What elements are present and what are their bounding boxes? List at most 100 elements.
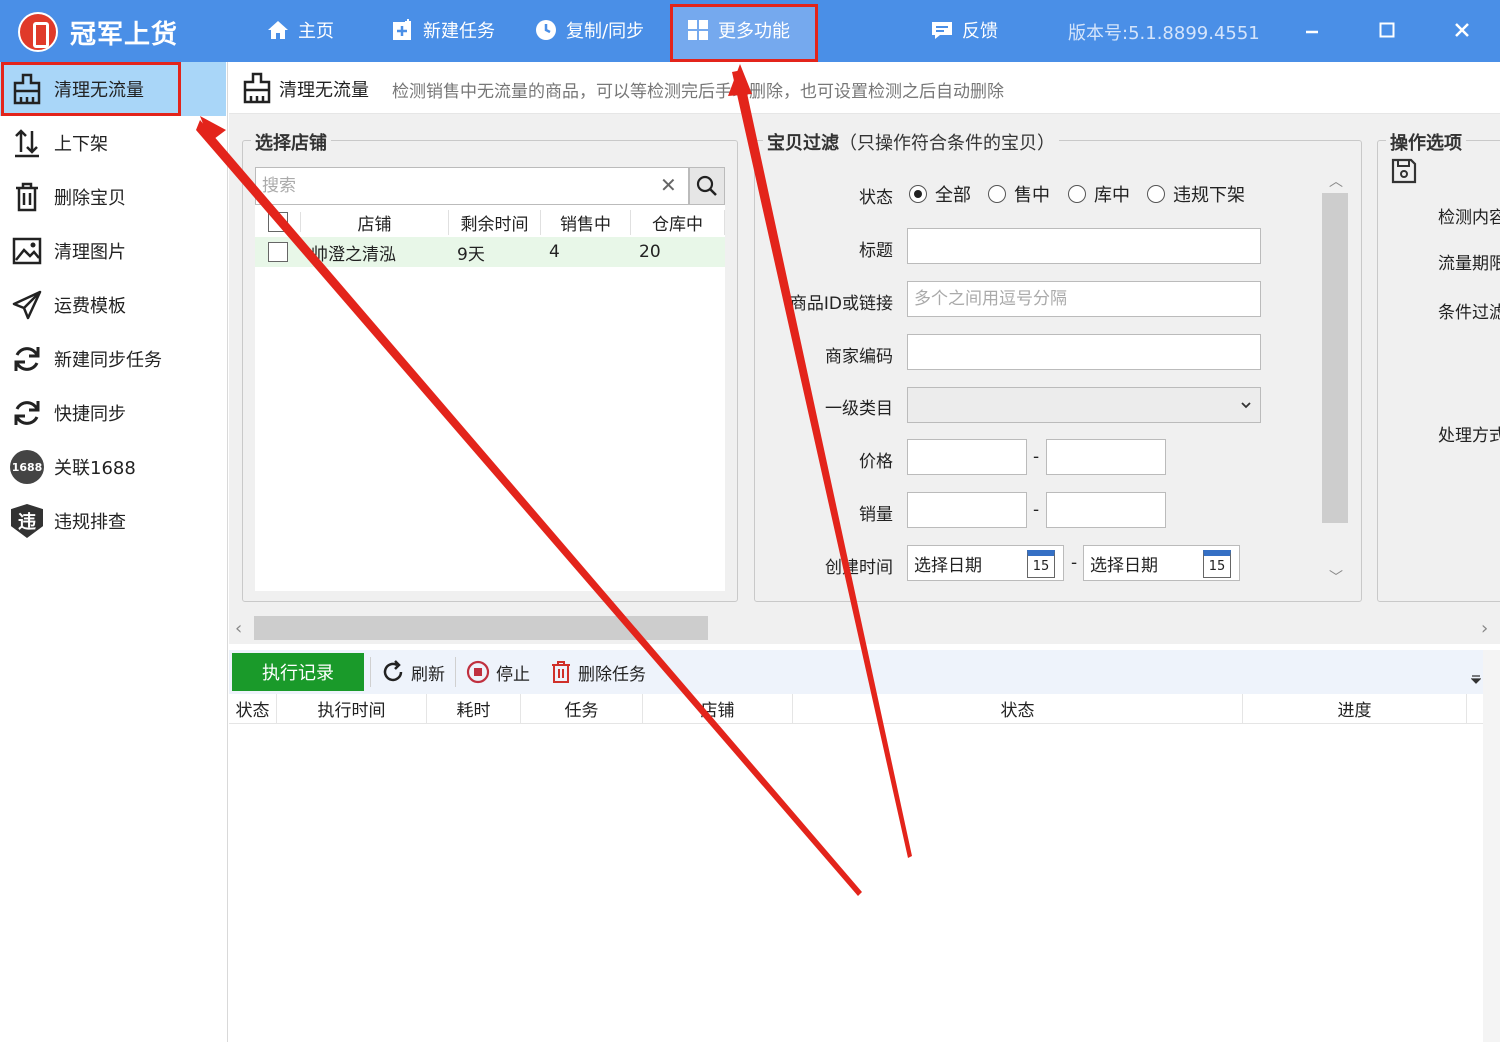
scroll-up-icon[interactable]: ︿ <box>1329 171 1343 191</box>
nav-home[interactable]: 主页 <box>266 17 334 43</box>
nav-new-task-label: 新建任务 <box>423 21 495 42</box>
status-radio-on-sale[interactable]: 售中 <box>988 181 1050 207</box>
sidebar-item-label: 新建同步任务 <box>54 350 162 371</box>
violation-shield-icon: 违 <box>11 504 43 538</box>
column-header[interactable]: 进度 <box>1243 694 1467 723</box>
operation-options-group: 操作选项 检测内容 流量期限 条件过滤 处理方式 <box>1377 129 1500 602</box>
stop-button[interactable]: 停止 <box>455 657 540 687</box>
minimize-button[interactable] <box>1292 10 1332 50</box>
column-header[interactable]: 销售中 <box>541 209 631 235</box>
filter-scrollbar[interactable] <box>1322 193 1348 523</box>
price-label: 价格 <box>859 452 893 472</box>
column-header[interactable]: 仓库中 <box>631 209 725 235</box>
close-icon <box>1455 23 1469 37</box>
ops-label-detect-content: 检测内容 <box>1438 208 1500 228</box>
column-header[interactable]: 执行时间 <box>277 694 427 723</box>
column-header[interactable]: 任务 <box>521 694 643 723</box>
nav-copy-sync-label: 复制/同步 <box>566 21 645 42</box>
ops-label-traffic-period: 流量期限 <box>1438 254 1500 274</box>
status-radio-all[interactable]: 全部 <box>909 181 971 207</box>
radio-label: 库中 <box>1094 185 1130 206</box>
scroll-left-icon[interactable]: ‹ <box>235 618 242 639</box>
store-name: 帅澄之清泓 <box>311 244 396 265</box>
tab-execution-log[interactable]: 执行记录 <box>232 653 364 691</box>
column-header[interactable]: 状态 <box>229 694 277 723</box>
sales-max-input[interactable] <box>1046 492 1166 528</box>
title-input[interactable] <box>907 228 1261 264</box>
task-table-header: 状态 执行时间 耗时 任务 店铺 状态 进度 <box>229 694 1483 724</box>
calendar-icon: 15 <box>1203 550 1231 578</box>
page-header: 清理无流量 检测销售中无流量的商品，可以等检测完后手动删除，也可设置检测之后自动… <box>229 62 1500 114</box>
maximize-button[interactable] <box>1367 10 1407 50</box>
nav-new-task[interactable]: 新建任务 <box>391 17 495 43</box>
merchant-code-input[interactable] <box>907 334 1261 370</box>
column-header[interactable]: 耗时 <box>427 694 521 723</box>
sidebar-item-shelf[interactable]: 上下架 <box>0 116 226 170</box>
sidebar-item-clean-images[interactable]: 清理图片 <box>0 224 226 278</box>
send-icon <box>10 288 44 322</box>
sidebar-item-shipping-template[interactable]: 运费模板 <box>0 278 226 332</box>
status-label: 状态 <box>859 188 893 208</box>
category-select[interactable] <box>907 387 1261 423</box>
nav-copy-sync[interactable]: 复制/同步 <box>534 17 644 43</box>
price-max-input[interactable] <box>1046 439 1166 475</box>
sales-min-input[interactable] <box>907 492 1027 528</box>
execution-area: 执行记录 刷新 停止 删除任务 状态 执行时间 耗时 任务 店铺 状态 进度 <box>229 644 1500 1042</box>
horizontal-scrollbar[interactable] <box>254 616 708 640</box>
shelf-updown-icon <box>10 126 44 160</box>
sidebar-item-label: 上下架 <box>54 134 108 155</box>
radio-off-icon <box>1068 185 1086 203</box>
table-row[interactable]: 帅澄之清泓 9天 4 20 <box>255 237 725 267</box>
maximize-icon <box>1379 22 1395 38</box>
nav-more[interactable]: 更多功能 <box>686 17 790 43</box>
sidebar-item-link-1688[interactable]: 1688 关联1688 <box>0 440 226 494</box>
close-button[interactable] <box>1442 10 1482 50</box>
on-sale-count: 4 <box>549 242 560 262</box>
item-id-input[interactable] <box>907 281 1261 317</box>
store-search-input[interactable] <box>255 167 689 205</box>
status-radio-in-stock[interactable]: 库中 <box>1068 181 1130 207</box>
status-radio-violation[interactable]: 违规下架 <box>1147 181 1245 207</box>
row-checkbox[interactable] <box>268 242 288 262</box>
sidebar-item-new-sync-task[interactable]: 新建同步任务 <box>0 332 226 386</box>
vertical-scrollbar[interactable] <box>1483 650 1500 1042</box>
sidebar-item-violation-check[interactable]: 违 违规排查 <box>0 494 226 548</box>
filter-subtitle: （只操作符合条件的宝贝） <box>839 133 1055 154</box>
search-icon <box>696 175 717 196</box>
delete-task-button[interactable]: 删除任务 <box>540 657 656 687</box>
calendar-icon: 15 <box>1027 550 1055 578</box>
radio-off-icon <box>1147 185 1165 203</box>
item-id-label: 商品ID或链接 <box>789 294 893 314</box>
filter-group-title: 宝贝过滤（只操作符合条件的宝贝） <box>763 129 1059 155</box>
nav-feedback[interactable]: 反馈 <box>930 17 998 43</box>
sidebar-item-quick-sync[interactable]: 快捷同步 <box>0 386 226 440</box>
date-placeholder: 选择日期 <box>914 555 982 576</box>
select-all-checkbox[interactable] <box>267 212 288 232</box>
radio-off-icon <box>988 185 1006 203</box>
sidebar-item-label: 违规排查 <box>54 512 126 533</box>
column-header[interactable]: 店铺 <box>643 694 793 723</box>
save-icon[interactable] <box>1390 157 1418 185</box>
sidebar-item-delete-items[interactable]: 删除宝贝 <box>0 170 226 224</box>
start-date-picker[interactable]: 选择日期 15 <box>907 545 1064 581</box>
end-date-picker[interactable]: 选择日期 15 <box>1083 545 1240 581</box>
filter-title: 宝贝过滤 <box>767 133 839 154</box>
column-header[interactable]: 店铺 <box>301 209 449 235</box>
column-header[interactable]: 剩余时间 <box>449 209 541 235</box>
title-bar: 冠军上货 主页 新建任务 复制/同步 更多功能 反馈 版本号:5.1.8899.… <box>0 0 1500 62</box>
range-separator: - <box>1033 500 1040 520</box>
overflow-icon[interactable] <box>1471 674 1481 684</box>
item-filter-group: 宝贝过滤（只操作符合条件的宝贝） 状态 全部 售中 库中 违规下架 标题 商品I… <box>754 129 1362 602</box>
column-header[interactable]: 状态 <box>793 694 1243 723</box>
clear-icon[interactable]: ✕ <box>660 173 677 197</box>
refresh-button[interactable]: 刷新 <box>370 657 455 687</box>
price-min-input[interactable] <box>907 439 1027 475</box>
sidebar-item-label: 运费模板 <box>54 296 126 317</box>
scroll-right-icon[interactable]: › <box>1481 618 1488 639</box>
scroll-down-icon[interactable]: ﹀ <box>1329 567 1343 587</box>
remaining-time: 9天 <box>457 244 485 265</box>
sidebar-highlight <box>1 62 181 116</box>
app-title: 冠军上货 <box>70 20 179 50</box>
search-button[interactable] <box>689 167 725 205</box>
sidebar-item-label: 删除宝贝 <box>54 188 126 209</box>
